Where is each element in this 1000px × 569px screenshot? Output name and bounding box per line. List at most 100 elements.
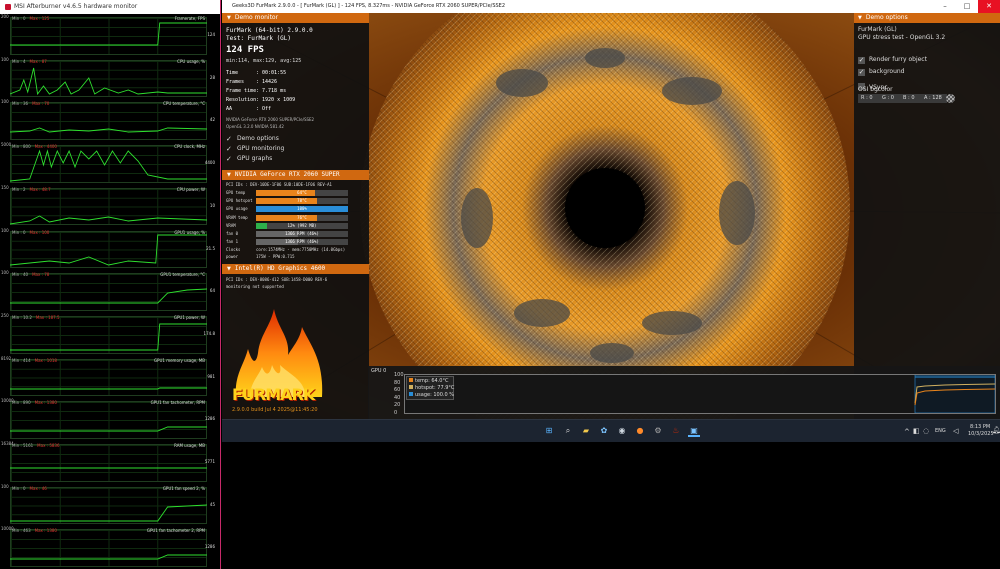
channel-value: 128 bbox=[932, 95, 942, 101]
color-channel-field[interactable]: B : 0 bbox=[900, 94, 922, 103]
graph-minmax: Min : 4 Max : 87 bbox=[12, 58, 47, 64]
checkmark-icon: ✓ bbox=[858, 56, 865, 64]
sensor-row: GPU hotspot 78°C bbox=[222, 198, 369, 205]
clock-date[interactable]: 10/3/2025 bbox=[968, 431, 994, 437]
graph-minmax: Min : 890 Max : 1380 bbox=[12, 400, 57, 406]
furmark-titlebar[interactable]: Geeks3D FurMark 2.9.0.0 - [ FurMark (GL)… bbox=[222, 0, 1000, 13]
afterburner-graph[interactable]: 5000 Min : 800 Max : 4400 CPU clock, MHz 440… bbox=[0, 142, 219, 183]
file-explorer-icon[interactable]: ▰ bbox=[580, 425, 592, 437]
furmark-window: Geeks3D FurMark 2.9.0.0 - [ FurMark (GL)… bbox=[222, 0, 1000, 440]
monitor-checkbox[interactable]: ✓ GPU graphs bbox=[226, 155, 272, 163]
sensor-label: GPU usage bbox=[226, 206, 248, 212]
demo-monitor-header[interactable]: ▼ Demo monitor bbox=[222, 13, 369, 23]
checkbox-label: GPU monitoring bbox=[237, 145, 285, 152]
afterburner-graph[interactable]: 10000 Min : 463 Max : 1380 GPU1 fan tachome… bbox=[0, 526, 219, 568]
afterburner-graph[interactable]: 100 Min : 0 Max : 46 GPU1 fan speed 2, % 45 bbox=[0, 484, 219, 525]
color-channel-field[interactable]: G : 0 bbox=[879, 94, 901, 103]
firefox-icon[interactable]: ● bbox=[634, 425, 646, 437]
graph-name: GPU1 memory usage, MB bbox=[153, 357, 205, 363]
close-icon[interactable]: ✕ bbox=[978, 0, 1000, 13]
graph-line bbox=[10, 467, 207, 469]
sensor-label: GPU temp bbox=[226, 190, 246, 195]
checkbox-label: Demo options bbox=[237, 135, 279, 142]
gpu1-title: Intel(R) HD Graphics 4600 bbox=[234, 265, 326, 272]
monitor-checkbox[interactable]: ✓ GPU monitoring bbox=[226, 145, 284, 153]
stat-label: AA bbox=[226, 106, 233, 112]
option-checkbox[interactable]: ✓ background bbox=[858, 68, 905, 76]
gpu0-title: NVIDIA GeForce RTX 2060 SUPER bbox=[234, 171, 340, 178]
settings-icon[interactable]: ⚙ bbox=[652, 425, 664, 437]
legend-item: temp: 64.0°C bbox=[409, 378, 448, 384]
graph-name: RAM usage, MB bbox=[174, 443, 205, 448]
stat-value: : 14426 bbox=[256, 79, 278, 85]
afterburner-graph[interactable]: 250 Min : 10.2 Max : 187.5 GPU1 power, W 174… bbox=[0, 313, 219, 354]
checkbox-label: GPU graphs bbox=[237, 155, 273, 162]
afterburner-graph[interactable]: 150 Min : 2 Max : 48.7 CPU power, W 10 bbox=[0, 185, 219, 226]
graph-line bbox=[10, 149, 207, 182]
afterburner-graph[interactable]: 100 Min : 36 Max : 70 CPU temperature, °C 42 bbox=[0, 99, 219, 141]
color-swatch-icon[interactable] bbox=[946, 94, 955, 103]
afterburner-graph[interactable]: 200 Min : 0 Max : 125 Framerate, FPS 124 bbox=[0, 14, 219, 55]
graph-minmax: Min : 0 Max : 125 bbox=[12, 16, 50, 21]
search-icon[interactable]: ⌕ bbox=[562, 425, 574, 437]
afterburner-graph[interactable]: 100 Min : 0 Max : 100 GPU1 usage, % 21.5 bbox=[0, 228, 219, 269]
option-checkbox[interactable]: ✓ Render furry object bbox=[858, 56, 927, 64]
afterburner-graph[interactable]: 16384 Min : 5161 Max : 5836 RAM usage, MB 57… bbox=[0, 441, 219, 482]
monitor-checkbox[interactable]: ✓ Demo options bbox=[226, 135, 279, 143]
steam-icon[interactable]: ◉ bbox=[616, 425, 628, 437]
graph-minmax: Min : 414 Max : 1018 bbox=[12, 357, 57, 363]
afterburner-title: MSI Afterburner v4.6.5 hardware monitor bbox=[14, 3, 138, 10]
graph-line bbox=[10, 504, 207, 522]
start-icon[interactable]: ⊞ bbox=[543, 425, 555, 437]
graph-current-value: 1286 bbox=[204, 416, 215, 422]
graph-minmax: Min : 5161 Max : 5836 bbox=[12, 443, 60, 448]
build-string: 2.9.0.0 build Jul 4 2025@11:45:20 bbox=[232, 407, 318, 413]
gpu1-pci: PCI IDs : DEV-8086-412 SUB:1458-D000 REV… bbox=[226, 277, 328, 282]
furmark-taskbar-icon[interactable]: ♨ bbox=[670, 425, 682, 437]
speaker-icon[interactable]: ◁ bbox=[953, 427, 958, 435]
minimize-icon[interactable]: – bbox=[934, 0, 956, 13]
maximize-icon[interactable]: □ bbox=[956, 0, 978, 13]
gpu0-header[interactable]: ▼ NVIDIA GeForce RTX 2060 SUPER bbox=[222, 170, 369, 180]
afterburner-graph[interactable]: 100 Min : 4 Max : 87 CPU usage, % 28 bbox=[0, 57, 219, 98]
graph-current-value: 981 bbox=[207, 373, 215, 379]
sensor-row: fan 0 1366 RPM (46%) bbox=[222, 231, 369, 237]
afterburner-graph[interactable]: 100 Min : 40 Max : 78 GPU1 temperature, °C 6… bbox=[0, 270, 219, 311]
language-indicator[interactable]: ENG bbox=[935, 428, 946, 434]
sensor-value: 78°C bbox=[297, 198, 307, 204]
clock-time[interactable]: 8:13 PM bbox=[970, 424, 990, 430]
graph-current-value: 64 bbox=[209, 288, 215, 294]
graph-line bbox=[10, 426, 207, 432]
options-app: FurMark (GL) bbox=[858, 26, 897, 33]
sensor-bar: 100% bbox=[256, 206, 348, 213]
notification-bell-icon[interactable]: 🔔︎ bbox=[992, 426, 1000, 434]
options-subtitle: GPU stress test - OpenGL 3.2 bbox=[858, 34, 946, 41]
collapse-triangle-icon: ▼ bbox=[227, 15, 231, 21]
sensor-value: 12% (992 MB) bbox=[287, 222, 317, 228]
channel-label: A bbox=[924, 95, 928, 101]
afterburner-titlebar[interactable]: MSI Afterburner v4.6.5 hardware monitor bbox=[0, 0, 220, 14]
sensor-row: GPU usage 100% bbox=[222, 206, 369, 213]
graph-line bbox=[10, 323, 207, 351]
demo-options-header[interactable]: ▼ Demo options bbox=[854, 13, 1000, 23]
gpu1-header[interactable]: ▼ Intel(R) HD Graphics 4600 bbox=[222, 264, 369, 274]
graph-current-value: 1286 bbox=[204, 544, 215, 550]
legend-swatch bbox=[409, 392, 413, 396]
gl-version: OpenGL 3.2.0 NVIDIA 581.42 bbox=[226, 124, 284, 129]
monitor-app-icon[interactable]: ▣ bbox=[688, 425, 700, 437]
checkmark-icon: ✓ bbox=[858, 68, 865, 76]
color-channel-field[interactable]: A : 128 bbox=[921, 94, 947, 103]
network-icon[interactable]: ◧ bbox=[913, 427, 920, 435]
afterburner-graph[interactable]: 10000 Min : 890 Max : 1380 GPU1 fan tachome… bbox=[0, 398, 219, 439]
gpu-tool-icon[interactable]: ✿ bbox=[598, 425, 610, 437]
checkbox-label: background bbox=[869, 68, 905, 75]
graph-minmax: Min : 36 Max : 70 bbox=[12, 101, 50, 107]
gpu0-pci: PCI IDs : DEV-10DE-1F06 SUB:10DE-1F06 RE… bbox=[226, 182, 332, 187]
gpu-graph-plot bbox=[404, 374, 996, 414]
color-channel-field[interactable]: R : 0 bbox=[858, 94, 880, 103]
afterburner-graph[interactable]: 8192 Min : 414 Max : 1018 GPU1 memory usage… bbox=[0, 356, 219, 397]
tray-chevron-icon[interactable]: ^ bbox=[904, 428, 910, 436]
graph-scale-top: 5000 bbox=[1, 142, 12, 148]
sensor-value: 1366 RPM (46%) bbox=[285, 231, 319, 236]
gpu-graph-title: GPU 0 bbox=[371, 368, 387, 374]
